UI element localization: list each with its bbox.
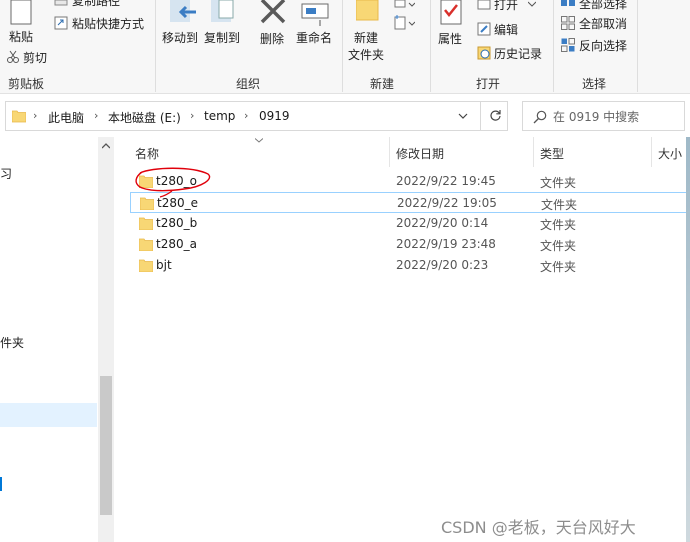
folder-icon [139,259,153,272]
file-date: 2022/9/22 19:05 [397,196,497,210]
file-type: 文件夹 [540,260,577,274]
history-icon [477,46,491,60]
file-name[interactable]: t280_b [156,216,197,230]
organize-group-label: 组织 [236,77,261,91]
file-name[interactable]: t280_a [156,237,197,251]
cut-button[interactable]: 剪切 [23,51,47,65]
ribbon: 粘贴 复制路径 粘贴快捷方式 剪切 剪贴板 移动到 复制到 删除 重命名 组织 [0,0,690,94]
watermark: CSDN @老板，天台风好大 [441,518,636,537]
chevron-right-icon[interactable]: › [33,109,37,122]
scissors-icon [7,50,19,63]
file-type: 文件夹 [540,239,577,253]
new-folder-button-line2[interactable]: 文件夹 [348,48,384,62]
folder-icon [139,238,153,251]
chevron-down-icon[interactable] [458,113,468,120]
column-header-date[interactable]: 修改日期 [396,145,444,162]
crumb-0919[interactable]: 0919 [259,109,290,123]
sort-indicator-icon [255,138,263,143]
move-to-button[interactable]: 移动到 [162,31,198,45]
table-row[interactable]: t280_o 2022/9/22 19:45 文件夹 [130,171,690,192]
copy-to-icon [211,0,234,22]
chevron-right-icon[interactable]: › [244,109,248,122]
paste-shortcut-button[interactable]: 粘贴快捷方式 [72,17,144,31]
column-header-name[interactable]: 名称 [135,145,159,162]
open-icon [477,0,491,10]
refresh-icon [490,110,501,121]
move-to-icon [170,0,196,22]
file-date: 2022/9/20 0:23 [396,258,489,272]
file-type: 文件夹 [541,198,578,212]
refresh-button[interactable] [480,101,508,131]
nav-item-selected[interactable] [0,403,97,427]
crumb-local-disk[interactable]: 本地磁盘 (E:) [108,109,181,126]
copy-path-icon [54,0,68,6]
search-input[interactable] [553,108,681,126]
column-header-type[interactable]: 类型 [540,145,564,162]
column-header-size[interactable]: 大小 [658,145,682,162]
address-bar[interactable]: › 此电脑 › 本地磁盘 (E:) › temp › 0919 [5,101,508,131]
select-all-button[interactable]: 全部选择 [579,0,627,11]
properties-icon [440,0,462,25]
select-all-icon [561,0,575,6]
nav-scrollbar-thumb[interactable] [100,376,112,515]
edit-icon [477,22,491,36]
file-type: 文件夹 [540,218,577,232]
select-none-button[interactable]: 全部取消 [579,17,627,31]
scroll-up-icon[interactable] [102,143,110,149]
new-folder-icon [356,0,379,21]
address-row: › 此电脑 › 本地磁盘 (E:) › temp › 0919 [0,95,690,137]
nav-item-partial[interactable]: 习 [0,165,12,182]
select-group-label: 选择 [582,77,607,91]
crumb-this-pc[interactable]: 此电脑 [48,109,84,126]
open-button[interactable]: 打开 [494,0,518,12]
copy-to-button[interactable]: 复制到 [204,31,240,45]
red-circle-annotation [135,167,211,198]
paste-shortcut-icon [54,16,68,30]
edit-button[interactable]: 编辑 [494,23,518,37]
properties-button[interactable]: 属性 [438,32,462,46]
paste-button[interactable]: 粘贴 [9,30,33,44]
open-dropdown-icon[interactable] [528,1,536,7]
new-folder-button-line1[interactable]: 新建 [354,31,378,45]
delete-icon [260,0,286,24]
table-row[interactable]: t280_a 2022/9/19 23:48 文件夹 [130,234,690,255]
history-button[interactable]: 历史记录 [494,47,542,61]
background-edge [686,137,690,542]
new-item-icon [394,0,415,8]
nav-item-partial[interactable]: 件夹 [0,334,24,351]
delete-button[interactable]: 删除 [260,32,284,46]
open-group-label: 打开 [476,77,501,91]
rename-button[interactable]: 重命名 [296,31,332,45]
invert-selection-icon [561,38,575,52]
chevron-right-icon[interactable]: › [190,109,194,122]
invert-selection-button[interactable]: 反向选择 [579,39,627,53]
paste-icon [10,0,32,25]
copy-path-button[interactable]: 复制路径 [72,0,120,8]
table-row[interactable]: bjt 2022/9/20 0:23 文件夹 [130,255,690,276]
clipboard-group-label: 剪贴板 [8,77,45,91]
folder-icon [12,110,26,123]
new-group-label: 新建 [370,77,395,91]
crumb-temp[interactable]: temp [204,109,235,123]
rename-icon [301,3,329,26]
file-date: 2022/9/19 23:48 [396,237,496,251]
file-name[interactable]: bjt [156,258,172,272]
select-none-icon [561,16,575,30]
chevron-right-icon[interactable]: › [94,109,98,122]
file-date: 2022/9/20 0:14 [396,216,489,230]
file-type: 文件夹 [540,176,577,190]
search-icon [533,110,547,124]
folder-icon [139,217,153,230]
nav-item-marker [0,477,2,491]
navigation-pane: 习 件夹 [0,137,115,542]
easy-access-icon [394,15,415,30]
file-date: 2022/9/22 19:45 [396,174,496,188]
table-row[interactable]: t280_b 2022/9/20 0:14 文件夹 [130,213,690,234]
file-list: 名称 修改日期 类型 大小 t280_o 2022/9/22 19:45 文件夹… [118,137,690,542]
search-box[interactable] [522,101,685,131]
table-row[interactable]: t280_e 2022/9/22 19:05 文件夹 [130,192,690,213]
